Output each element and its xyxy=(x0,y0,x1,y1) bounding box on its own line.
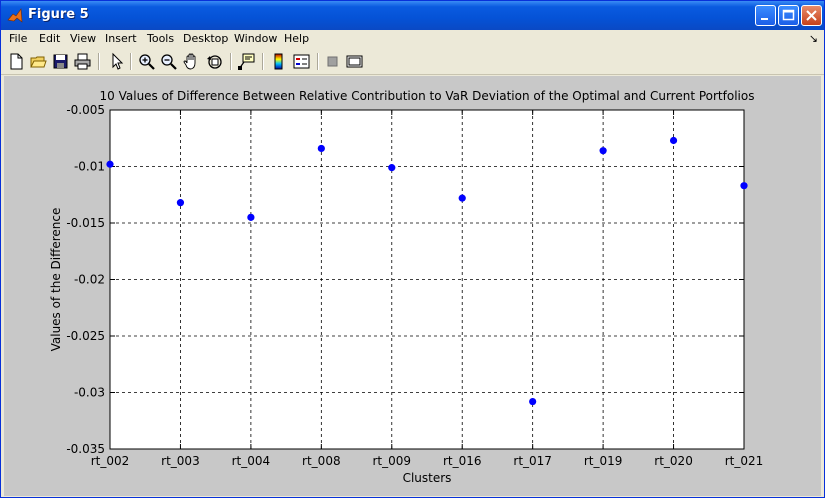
menu-view[interactable]: View xyxy=(70,32,96,45)
toolbar-separator xyxy=(230,53,232,70)
data-point-rt_003 xyxy=(176,199,185,207)
menu-tools[interactable]: Tools xyxy=(147,32,174,45)
maximize-button[interactable] xyxy=(778,5,799,26)
x-tick-label: rt_004 xyxy=(232,454,271,468)
plot-area xyxy=(110,110,744,449)
figure-window: Figure 5 File Edit View Insert Tools Des… xyxy=(0,0,825,498)
x-tick-label: rt_009 xyxy=(373,454,412,468)
menu-bar: File Edit View Insert Tools Desktop Wind… xyxy=(1,30,824,50)
zoom-out-icon[interactable] xyxy=(159,52,178,71)
data-point-rt_019 xyxy=(599,147,607,155)
toolbar-separator xyxy=(317,53,319,70)
menu-insert[interactable]: Insert xyxy=(105,32,137,45)
colorbar-icon[interactable] xyxy=(269,52,288,71)
rotate-3d-icon[interactable] xyxy=(205,52,224,71)
data-point-rt_020 xyxy=(669,136,678,145)
pan-hand-icon[interactable] xyxy=(182,52,201,71)
data-point-rt_009 xyxy=(388,164,396,172)
window-title: Figure 5 xyxy=(28,7,89,22)
data-point-rt_016 xyxy=(458,194,466,202)
data-point-rt_017 xyxy=(529,397,537,406)
y-tick-label: -0.03 xyxy=(74,386,105,400)
show-plot-tools-icon[interactable] xyxy=(345,52,364,71)
x-tick-label: rt_003 xyxy=(161,454,200,468)
x-tick-label: rt_008 xyxy=(302,454,341,468)
open-file-icon[interactable] xyxy=(29,52,48,71)
x-tick-label: rt_019 xyxy=(584,454,623,468)
x-tick-label: rt_021 xyxy=(725,454,764,468)
x-tick-label: rt_002 xyxy=(91,454,130,468)
x-tick-label: rt_017 xyxy=(513,454,552,468)
figure-toolbar xyxy=(1,50,824,75)
edit-plot-arrow-icon[interactable] xyxy=(107,52,126,71)
data-point-rt_002 xyxy=(106,160,114,168)
y-tick-label: -0.01 xyxy=(74,160,105,174)
zoom-in-icon[interactable] xyxy=(137,52,156,71)
legend-icon[interactable] xyxy=(292,52,311,71)
x-axis-label: Clusters xyxy=(403,471,452,485)
menu-desktop[interactable]: Desktop xyxy=(183,32,228,45)
scatter-chart[interactable]: -0.005-0.01-0.015-0.02-0.025-0.03-0.035r… xyxy=(4,76,821,496)
menu-edit[interactable]: Edit xyxy=(39,32,60,45)
menu-help[interactable]: Help xyxy=(284,32,309,45)
close-button[interactable] xyxy=(801,5,822,26)
x-tick-label: rt_016 xyxy=(443,454,482,468)
toolbar-separator xyxy=(130,53,132,70)
data-cursor-icon[interactable] xyxy=(237,52,256,71)
y-tick-label: -0.02 xyxy=(74,273,105,287)
title-bar[interactable]: Figure 5 xyxy=(1,1,824,30)
data-point-rt_004 xyxy=(247,213,255,221)
data-point-rt_008 xyxy=(317,144,325,153)
figure-canvas[interactable]: -0.005 -0.01 -0.015 -0.02 -0.025 -0.03 -0.035 r… xyxy=(4,76,821,496)
menu-window[interactable]: Window xyxy=(234,32,277,45)
toolbar-separator xyxy=(98,53,100,70)
save-icon[interactable] xyxy=(51,52,70,71)
print-icon[interactable] xyxy=(73,52,92,71)
y-tick-label: -0.015 xyxy=(66,216,105,230)
minimize-button[interactable] xyxy=(755,5,776,26)
toolbar-separator xyxy=(262,53,264,70)
y-axis-label: Values of the Difference xyxy=(49,208,63,352)
x-tick-label: rt_020 xyxy=(654,454,693,468)
y-tick-label: -0.025 xyxy=(66,329,105,343)
y-tick-label: -0.005 xyxy=(66,103,105,117)
dock-arrow-icon[interactable]: ↘ xyxy=(809,32,818,45)
new-figure-icon[interactable] xyxy=(7,52,26,71)
matlab-logo-icon xyxy=(7,8,23,24)
menu-file[interactable]: File xyxy=(9,32,27,45)
hide-plot-tools-icon[interactable] xyxy=(323,52,342,71)
chart-title: 10 Values of Difference Between Relative… xyxy=(100,89,755,103)
data-point-rt_021 xyxy=(740,182,748,190)
